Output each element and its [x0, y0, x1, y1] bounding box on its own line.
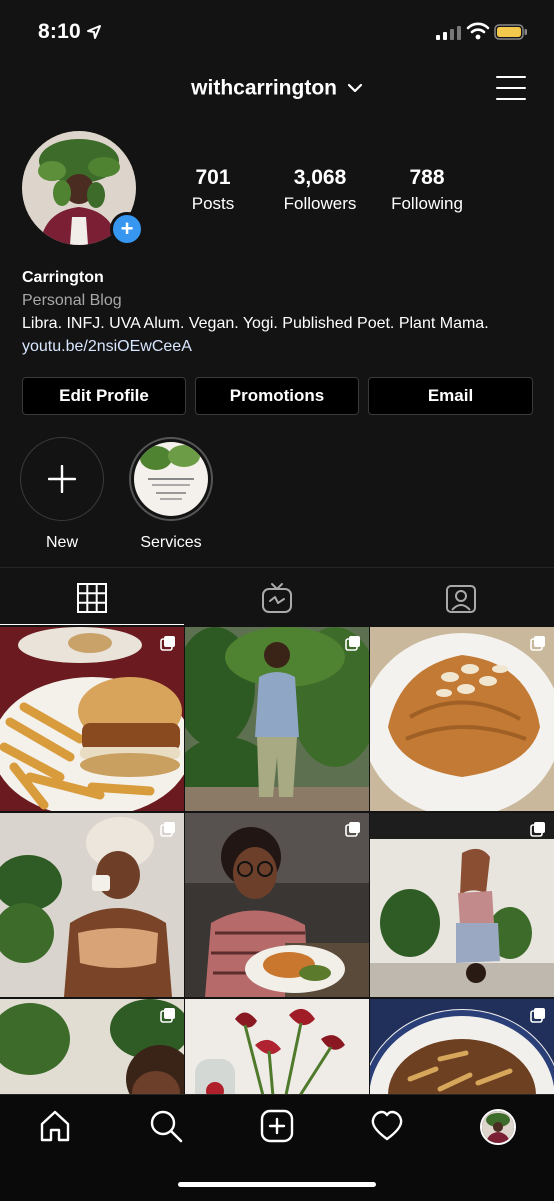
- multiple-posts-icon: [160, 1008, 175, 1023]
- cell-signal-icon: [436, 26, 461, 40]
- add-story-icon[interactable]: +: [110, 212, 144, 246]
- multiple-posts-icon: [530, 822, 545, 837]
- post-thumbnail-towel-coffee[interactable]: [0, 813, 184, 997]
- plus-icon: [48, 465, 76, 493]
- profile-avatar-tab[interactable]: [480, 1109, 516, 1145]
- grid-icon[interactable]: [76, 582, 108, 614]
- active-tab-indicator: [0, 624, 184, 625]
- highlight-label: Services: [140, 534, 202, 551]
- avatar-thumbnail: [482, 1111, 514, 1143]
- tagged-icon[interactable]: [445, 582, 477, 614]
- multiple-posts-icon: [530, 636, 545, 651]
- post-thumbnail-monstera-selfie[interactable]: [0, 999, 184, 1095]
- location-arrow-icon: [87, 25, 101, 39]
- multiple-posts-icon: [160, 822, 175, 837]
- profile-bio: Carrington Personal Blog Libra. INFJ. UV…: [22, 266, 489, 358]
- post-thumbnail-croissant[interactable]: [370, 627, 554, 811]
- profile-header: withcarrington: [0, 66, 554, 112]
- highlight-new[interactable]: New: [20, 437, 104, 552]
- multiple-posts-icon: [530, 1008, 545, 1023]
- chevron-down-icon[interactable]: [347, 83, 363, 93]
- bio-link[interactable]: youtu.be/2nsiOEwCeeA: [22, 335, 489, 358]
- followers-label: Followers: [283, 194, 357, 213]
- menu-icon[interactable]: [496, 76, 526, 102]
- account-switcher[interactable]: withcarrington: [0, 76, 554, 100]
- display-name: Carrington: [22, 269, 104, 286]
- bio-text: Libra. INFJ. UVA Alum. Vegan. Yogi. Publ…: [22, 315, 489, 332]
- post-thumbnail-red-flowers[interactable]: [185, 999, 369, 1095]
- new-post-icon[interactable]: [260, 1109, 294, 1143]
- post-thumbnail-glasses-meal[interactable]: [185, 813, 369, 997]
- profile-tabs: [0, 567, 554, 626]
- activity-icon[interactable]: [370, 1109, 404, 1143]
- post-grid: [0, 627, 554, 1095]
- followers-count: 3,068: [293, 166, 347, 189]
- username[interactable]: withcarrington: [191, 76, 337, 99]
- status-bar: 8:10: [0, 0, 554, 64]
- igtv-icon[interactable]: [261, 582, 293, 614]
- following-stat[interactable]: 788 Following: [367, 166, 487, 214]
- battery-icon: [494, 24, 527, 40]
- post-thumbnail-pasta[interactable]: [370, 999, 554, 1095]
- new-highlight-circle[interactable]: [20, 437, 104, 521]
- post-thumbnail-plants[interactable]: [185, 627, 369, 811]
- following-label: Following: [391, 194, 463, 213]
- post-thumbnail-yoga[interactable]: [370, 813, 554, 997]
- highlight-cover: [134, 442, 208, 516]
- home-indicator: [178, 1182, 376, 1187]
- posts-stat[interactable]: 701 Posts: [153, 166, 273, 214]
- posts-count: 701: [195, 166, 231, 189]
- multiple-posts-icon: [345, 636, 360, 651]
- post-thumbnail-burger[interactable]: [0, 627, 184, 811]
- email-button[interactable]: Email: [368, 377, 533, 415]
- multiple-posts-icon: [160, 636, 175, 651]
- multiple-posts-icon: [345, 822, 360, 837]
- highlight-label: New: [45, 534, 78, 551]
- followers-stat[interactable]: 3,068 Followers: [260, 166, 380, 214]
- wifi-icon: [466, 22, 490, 40]
- status-time: 8:10: [38, 20, 81, 43]
- posts-label: Posts: [191, 194, 235, 213]
- edit-profile-button[interactable]: Edit Profile: [22, 377, 186, 415]
- search-icon[interactable]: [149, 1109, 183, 1143]
- following-count: 788: [409, 166, 445, 189]
- promotions-button[interactable]: Promotions: [195, 377, 359, 415]
- profile-category: Personal Blog: [22, 292, 122, 309]
- services-highlight-circle[interactable]: [129, 437, 213, 521]
- highlight-services[interactable]: Services: [129, 437, 213, 552]
- home-icon[interactable]: [38, 1109, 72, 1143]
